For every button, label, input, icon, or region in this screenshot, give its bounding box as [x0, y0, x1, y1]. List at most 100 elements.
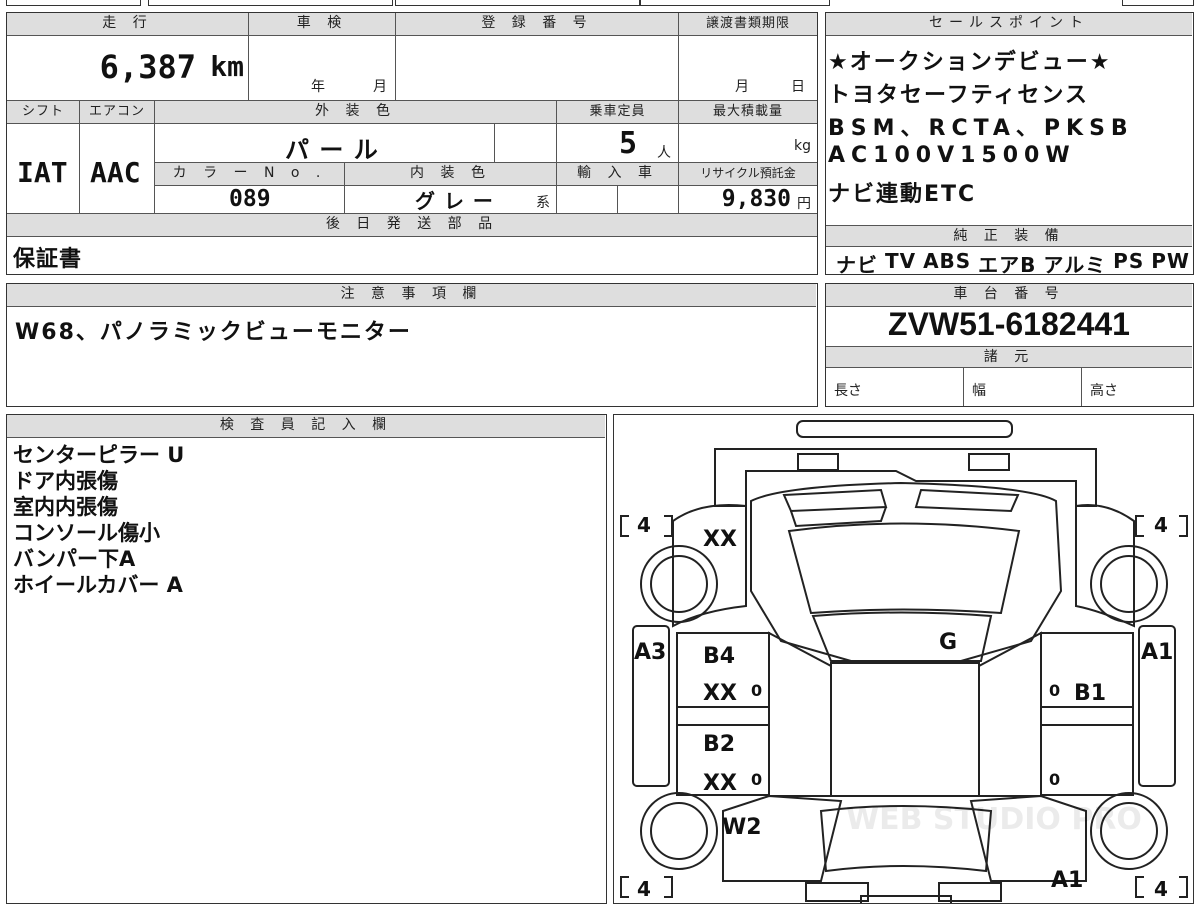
interior-color-suffix: 系 — [536, 195, 550, 211]
equipment-tv: TV — [884, 249, 917, 273]
sales-point-line: ★オークションデビュー★ — [828, 50, 1112, 75]
mark-left-rear-door-2: XX — [703, 771, 737, 796]
mileage-value: 6,387 — [99, 48, 196, 86]
equipment-navi: ナビ — [836, 253, 878, 277]
mark-front-left: XX — [703, 527, 737, 552]
height-label: 高さ — [1090, 383, 1118, 399]
deadline-month-label: 月 — [735, 79, 749, 95]
length-label: 長さ — [834, 383, 862, 399]
exterior-color-value: パ ー ル — [285, 136, 379, 164]
max-load-header: 最大積載量 — [679, 101, 817, 124]
tire-count-front-right: 4 — [1154, 513, 1168, 537]
height-cell: 高さ — [1082, 368, 1192, 406]
inspection-cell: 年 月 — [249, 36, 396, 101]
mark-windshield: G — [939, 630, 957, 655]
inspector-note: ドア内張傷 — [13, 469, 118, 493]
mark-right-front-door: B1 — [1074, 681, 1106, 706]
caution-text: W68、パノラミックビューモニター — [15, 320, 412, 345]
inspector-header: 検 査 員 記 入 欄 — [7, 415, 605, 438]
exterior-color-cell: パ ー ル — [155, 124, 495, 164]
capacity-cell: 5 人 — [557, 124, 679, 163]
inspector-note: バンパー下A — [13, 547, 136, 571]
inspector-note: センターピラー U — [13, 443, 185, 467]
exterior-color-header: 外 装 色 — [155, 101, 557, 124]
capacity-value: 5 — [619, 126, 638, 161]
color-no-cell: 089 — [155, 186, 345, 214]
caution-header: 注 意 事 項 欄 — [7, 284, 816, 307]
equipment-abs: ABS — [923, 249, 972, 273]
mark-left-quarter: W2 — [722, 815, 762, 840]
aircon-header: エアコン — [80, 101, 155, 124]
capacity-header: 乗車定員 — [557, 101, 679, 124]
aircon-cell: AAC — [80, 124, 155, 214]
sales-points-header: セールスポイント — [826, 13, 1192, 36]
import-cell-left — [557, 186, 618, 214]
caution-panel: 注 意 事 項 欄 W68、パノラミックビューモニター — [6, 283, 818, 407]
equipment-pw: PW — [1151, 249, 1190, 273]
mark-left-front-door: B4 — [703, 644, 735, 669]
mileage-header: 走 行 — [7, 13, 249, 36]
tire-count-front-left: 4 — [637, 513, 651, 537]
transfer-deadline-header: 譲渡書類期限 — [679, 13, 817, 36]
sales-point-line: AC100V1500W — [828, 143, 1076, 168]
sales-point-line: BSM、RCTA、PKSB — [828, 116, 1134, 141]
sales-points-list: ★オークションデビュー★ トヨタセーフティセンス BSM、RCTA、PKSB A… — [828, 44, 1134, 209]
registration-cell — [396, 36, 679, 101]
car-diagram: 4 4 4 4 XX G A3 A1 B4 XX B2 XX B1 W2 A1 … — [620, 420, 1188, 903]
watermark-text: WEB STUDIO PRO — [846, 802, 1142, 837]
zero-mark: 0 — [1049, 681, 1060, 700]
import-cell-right — [618, 186, 679, 214]
tire-count-rear-left: 4 — [637, 877, 651, 901]
recycle-unit: 円 — [797, 196, 811, 212]
equipment-airbag: エアB — [978, 253, 1037, 277]
max-load-cell: kg — [679, 124, 817, 163]
later-parts-cell: 保証書 — [7, 237, 817, 274]
top-cutoff-strip — [0, 0, 1200, 7]
color-no-header: カ ラ ー N o . — [155, 163, 345, 186]
inspection-month-label: 月 — [373, 79, 387, 95]
aircon-value: AAC — [90, 156, 141, 189]
mark-left-rear-door: B2 — [703, 732, 735, 757]
sales-point-line: トヨタセーフティセンス — [828, 83, 1089, 108]
inspector-note: ホイールカバー A — [13, 573, 183, 597]
recycle-header: リサイクル預託金 — [679, 163, 817, 186]
mileage-cell: 6,387 km — [7, 36, 249, 101]
genuine-equipment-header: 純 正 装 備 — [826, 225, 1192, 247]
inspector-notes: センターピラー U ドア内張傷 室内内張傷 コンソール傷小 バンパー下A ホイー… — [13, 442, 184, 598]
specs-header: 諸 元 — [826, 346, 1192, 368]
genuine-equipment-list: ナビ TV ABS エアB アルミ PS PW — [836, 249, 1190, 278]
shift-value: IAT — [17, 156, 68, 189]
vehicle-info-table: 走 行 車 検 登 録 番 号 譲渡書類期限 6,387 km 年 月 月 日 … — [6, 12, 818, 275]
interior-color-cell: グ レ ー 系 — [345, 186, 557, 214]
zero-mark: 0 — [751, 770, 762, 789]
interior-color-header: 内 装 色 — [345, 163, 557, 186]
tire-count-rear-right: 4 — [1154, 877, 1168, 901]
exterior-color-extra-cell — [495, 124, 557, 163]
mark-left-fender: A3 — [634, 640, 666, 665]
recycle-cell: 9,830 円 — [679, 186, 817, 214]
mark-left-front-door-2: XX — [703, 681, 737, 706]
width-cell: 幅 — [964, 368, 1082, 406]
sales-points-panel: セールスポイント ★オークションデビュー★ トヨタセーフティセンス BSM、RC… — [825, 12, 1194, 278]
interior-color-value: グ レ ー — [415, 189, 494, 213]
chassis-number: ZVW51-6182441 — [888, 306, 1130, 342]
mileage-unit: km — [210, 50, 244, 83]
max-load-unit: kg — [794, 138, 811, 154]
later-parts-value: 保証書 — [13, 247, 83, 272]
inspector-note: コンソール傷小 — [13, 521, 160, 545]
equipment-alloy: アルミ — [1043, 253, 1107, 277]
deadline-day-label: 日 — [791, 79, 805, 95]
shift-header: シフト — [7, 101, 80, 124]
transfer-deadline-cell: 月 日 — [679, 36, 817, 101]
inspection-header: 車 検 — [249, 13, 396, 36]
zero-mark: 0 — [1049, 770, 1060, 789]
chassis-panel: 車 台 番 号 ZVW51-6182441 諸 元 長さ 幅 高さ — [825, 283, 1194, 407]
sales-point-line: ナビ連動ETC — [828, 182, 977, 207]
equipment-ps: PS — [1113, 249, 1145, 273]
chassis-header: 車 台 番 号 — [826, 284, 1192, 307]
capacity-unit: 人 — [657, 145, 671, 161]
later-parts-header: 後 日 発 送 部 品 — [7, 214, 817, 237]
inspection-year-label: 年 — [311, 79, 325, 95]
width-label: 幅 — [972, 383, 986, 399]
inspector-note: 室内内張傷 — [13, 495, 118, 519]
